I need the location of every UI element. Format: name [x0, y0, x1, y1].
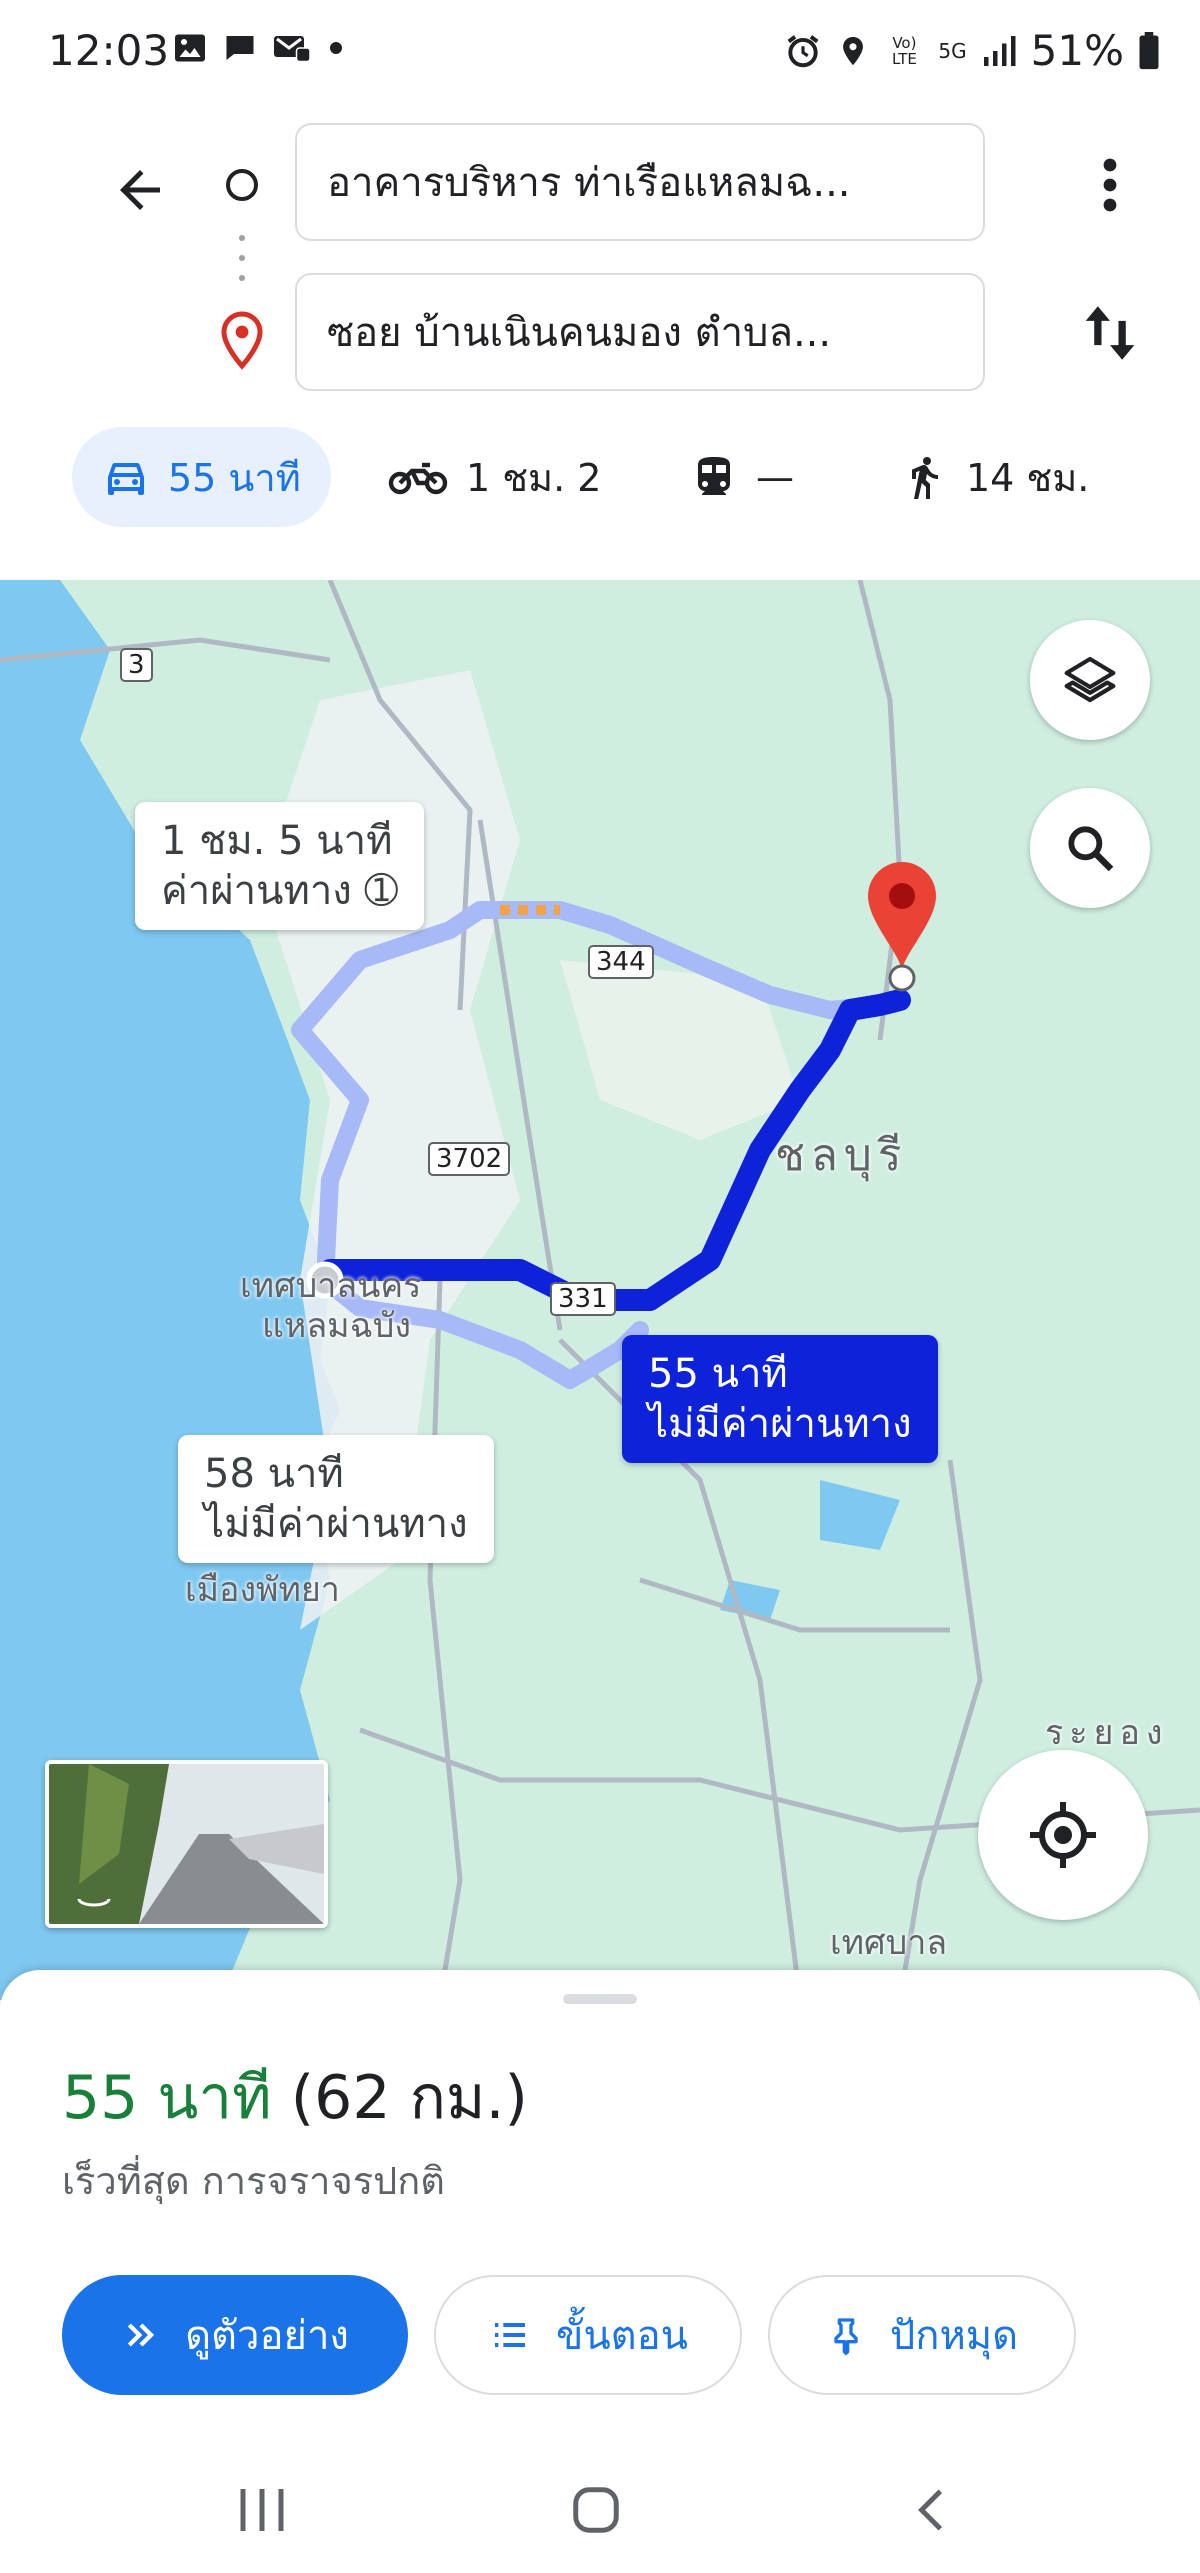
drag-handle[interactable]: [563, 1994, 637, 2004]
route-label-main[interactable]: 55 นาที ไม่มีค่าผ่านทาง: [622, 1335, 938, 1463]
status-time: 12:03: [48, 26, 170, 75]
road: [477, 819, 563, 1331]
recents-button[interactable]: [222, 2470, 302, 2550]
directions-header: อาคารบริหาร ท่าเรือแหลมฉ... ซอย บ้านเนิน…: [0, 105, 1200, 580]
steps-button-label: ขั้นตอน: [555, 2313, 689, 2359]
origin-field[interactable]: อาคารบริหาร ท่าเรือแหลมฉ...: [295, 123, 985, 241]
pushpin-icon: [834, 2318, 858, 2355]
home-button[interactable]: [556, 2470, 636, 2550]
route-summary: 55 นาที (62 กม.): [62, 2050, 528, 2145]
notification-dot-icon: [326, 38, 346, 58]
mode-motorcycle[interactable]: 1 ชม. 2: [388, 427, 601, 527]
transit-icon: [698, 457, 730, 495]
system-nav-bar: [0, 2440, 1200, 2573]
double-chevron-icon: [127, 2323, 155, 2347]
map-view[interactable]: 3 344 3702 331 ชลบุรี เทศบาลนคร แหลมฉบัง…: [0, 580, 1200, 2000]
road-badge-344: 344: [588, 945, 654, 979]
swap-vert-icon: [1085, 306, 1135, 360]
pin-button-label: ปักหมุด: [889, 2313, 1019, 2359]
signal-icon: [981, 34, 1017, 68]
place-municipality: เทศบาล: [830, 1923, 948, 1963]
lake: [820, 1480, 900, 1550]
route-label-alt-1[interactable]: 1 ชม. 5 นาที ค่าผ่านทาง ➀: [135, 802, 425, 930]
preview-button[interactable]: ดูตัวอย่าง: [62, 2275, 408, 2395]
my-location-icon: [1030, 1802, 1096, 1868]
search-icon: [1068, 826, 1114, 872]
road-badge-331: 331: [550, 1282, 616, 1316]
status-left-icons: [172, 30, 346, 66]
more-options-button[interactable]: [1080, 145, 1140, 225]
road: [427, 1279, 463, 2000]
route-label-alt-1-time: 1 ชม. 5 นาที: [161, 818, 393, 864]
layers-icon: [1064, 656, 1116, 703]
mode-walking[interactable]: 14 ชม.: [900, 427, 1089, 527]
mode-transit[interactable]: —: [690, 427, 794, 527]
street-view-thumbnail[interactable]: [45, 1760, 328, 1928]
destination-field[interactable]: ซอย บ้านเนินคนมอง ตำบล...: [295, 273, 985, 391]
route-label-alt-2-toll: ไม่มีค่าผ่านทาง: [204, 1501, 468, 1547]
place-chonburi: ชลบุรี: [775, 1130, 908, 1181]
swap-button[interactable]: [1075, 293, 1145, 373]
pin-button[interactable]: ปักหมุด: [768, 2275, 1076, 2395]
summary-time: 55 นาที: [62, 2063, 272, 2133]
back-arrow-icon: [120, 170, 160, 210]
mode-transit-label: —: [756, 455, 794, 499]
motorcycle-icon: [388, 462, 448, 495]
destination-marker: [868, 862, 936, 992]
recents-icon: [240, 2489, 284, 2531]
map-search-button[interactable]: [1030, 788, 1150, 908]
route-label-alt-2[interactable]: 58 นาที ไม่มีค่าผ่านทาง: [178, 1435, 494, 1563]
status-bar: 12:03 Vo) LTE 5G 51%: [0, 0, 1200, 105]
gallery-icon: [172, 30, 208, 66]
mode-driving[interactable]: 55 นาที: [72, 427, 331, 527]
toll-icon: ➀: [364, 868, 399, 914]
battery-percent: 51%: [1030, 26, 1124, 75]
route-label-main-toll: ไม่มีค่าผ่านทาง: [648, 1401, 912, 1447]
status-right: Vo) LTE 5G 51%: [784, 26, 1160, 75]
layers-button[interactable]: [1030, 620, 1150, 740]
mode-motorcycle-label: 1 ชม. 2: [466, 455, 602, 500]
battery-icon: [1138, 31, 1160, 70]
route-label-alt-2-time: 58 นาที: [204, 1451, 344, 1497]
walk-icon: [912, 457, 938, 499]
preview-button-label: ดูตัวอย่าง: [185, 2313, 349, 2359]
summary-distance: (62 กม.): [290, 2063, 528, 2133]
location-icon: [836, 32, 870, 70]
chevron-left-icon: [918, 2489, 943, 2531]
route-label-alt-1-toll: ค่าผ่านทาง ➀: [161, 868, 399, 914]
road: [639, 1577, 950, 1633]
message-icon: [272, 30, 312, 66]
home-icon: [573, 2487, 619, 2533]
road-badge-3702: 3702: [428, 1142, 511, 1176]
mode-driving-label: 55 นาที: [168, 455, 301, 500]
place-laem-chabang-2: แหลมฉบัง: [262, 1306, 411, 1346]
route-dots-icon: [237, 230, 247, 290]
system-back-button[interactable]: [892, 2470, 972, 2550]
route-summary-sheet[interactable]: 55 นาที (62 กม.) เร็วที่สุด การจราจรปกติ…: [0, 1970, 1200, 2573]
list-icon: [494, 2323, 525, 2347]
route-label-main-time: 55 นาที: [648, 1351, 788, 1397]
car-icon: [108, 463, 144, 495]
back-button[interactable]: [100, 150, 180, 230]
origin-circle-icon: [222, 165, 262, 205]
5g-icon: 5G: [938, 38, 967, 63]
summary-subtitle: เร็วที่สุด การจราจรปกติ: [62, 2159, 445, 2203]
my-location-button[interactable]: [978, 1750, 1148, 1920]
destination-pin-icon: [218, 310, 266, 370]
alarm-icon: [784, 32, 822, 70]
road-badge-3: 3: [120, 648, 153, 682]
place-pattaya: เมืองพัทยา: [185, 1570, 340, 1610]
travel-modes: 55 นาที 1 ชม. 2 — 14 ชม.: [0, 427, 1200, 527]
mode-walking-label: 14 ชม.: [966, 455, 1090, 500]
chat-icon: [222, 30, 258, 66]
more-vert-icon: [1103, 158, 1117, 212]
steps-button[interactable]: ขั้นตอน: [434, 2275, 742, 2395]
volte-icon: Vo) LTE: [891, 33, 917, 68]
